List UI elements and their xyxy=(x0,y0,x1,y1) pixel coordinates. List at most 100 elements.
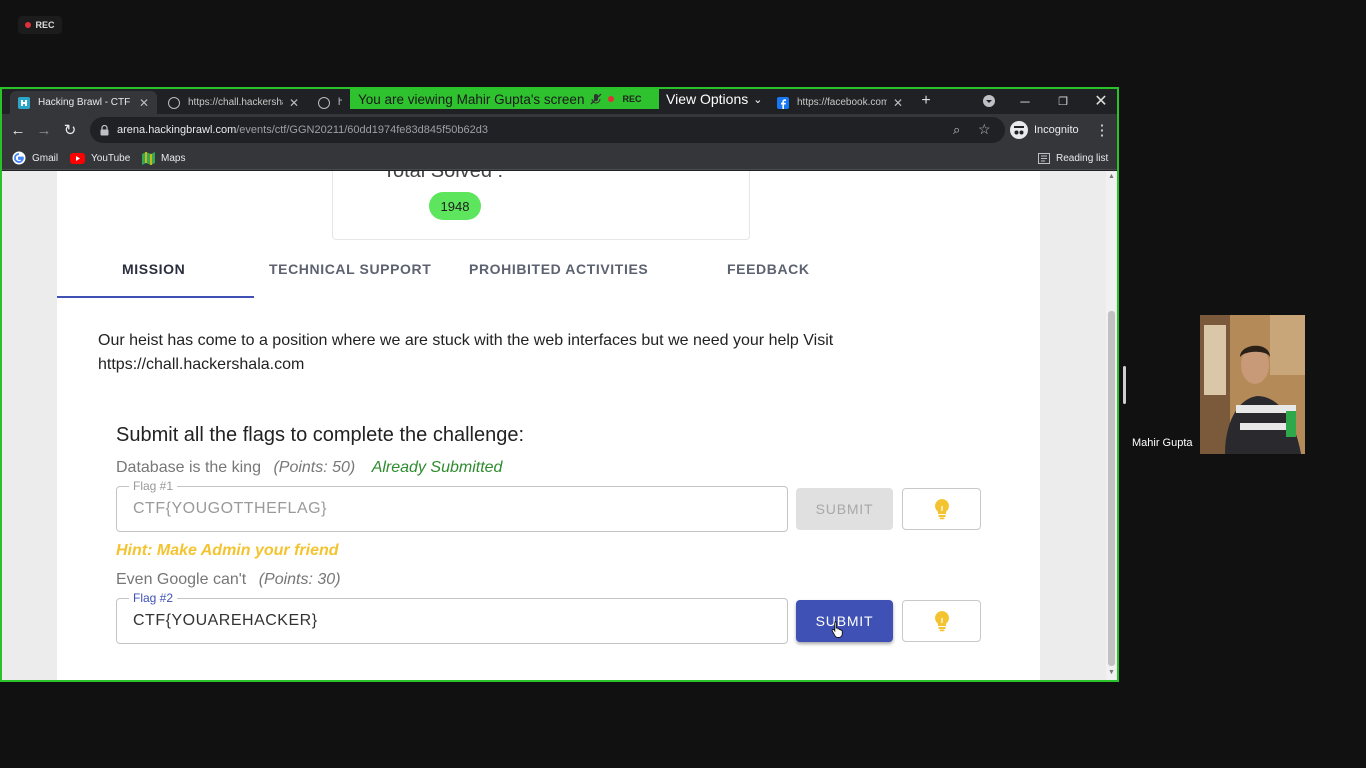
page-viewport: Total Solved : 1948 MISSION TECHNICAL SU… xyxy=(2,171,1117,680)
flag-1-field[interactable]: Flag #1 xyxy=(116,478,788,532)
tab-mission-label: MISSION xyxy=(122,261,186,277)
challenge-name: Even Google can't xyxy=(116,571,247,588)
lightbulb-icon xyxy=(934,611,949,632)
flag-1-input[interactable] xyxy=(133,497,773,521)
maps-icon xyxy=(142,151,155,165)
tab-title: htt xyxy=(338,97,342,108)
reading-list-icon xyxy=(1038,152,1050,164)
new-tab-button[interactable]: + xyxy=(916,91,936,111)
tab-title: https://chall.hackersha xyxy=(188,97,283,108)
challenge-2-header: Even Google can't (Points: 30) xyxy=(116,571,341,589)
chevron-down-icon: ⌄ xyxy=(753,93,763,106)
solved-count-badge: 1948 xyxy=(429,192,481,220)
browser-menu-button[interactable]: ⋮ xyxy=(1092,120,1112,140)
record-dot-icon xyxy=(25,22,32,28)
tab-search-icon xyxy=(983,95,995,107)
forward-button[interactable]: → xyxy=(34,120,54,140)
bookmark-label: Maps xyxy=(161,152,186,164)
minimize-button[interactable]: ─ xyxy=(1010,91,1040,111)
reading-list-button[interactable]: Reading list xyxy=(1038,150,1108,166)
flags-heading: Submit all the flags to complete the cha… xyxy=(116,424,525,446)
youtube-icon xyxy=(70,152,85,164)
lock-icon xyxy=(100,124,109,135)
tab-hacking-brawl[interactable]: Hacking Brawl - CTF C ✕ xyxy=(10,91,157,114)
url-host: arena.hackingbrawl.com xyxy=(117,124,237,136)
tab-prohibited-activities-label: PROHIBITED ACTIVITIES xyxy=(469,261,649,277)
browser-toolbar: ← → ↻ arena.hackingbrawl.com/events/ctf/… xyxy=(2,114,1117,146)
zoom-icon[interactable]: ⌕ xyxy=(953,122,960,138)
google-icon xyxy=(12,151,26,165)
bookmark-maps[interactable]: Maps xyxy=(142,150,185,166)
incognito-indicator[interactable]: Incognito xyxy=(1010,120,1079,140)
shared-screen: Hacking Brawl - CTF C ✕ https://chall.ha… xyxy=(0,87,1119,682)
total-solved-label: Total Solved : xyxy=(383,171,504,182)
submitted-status: Already Submitted xyxy=(371,459,503,476)
hint-text: Hint: Make Admin your friend xyxy=(116,542,339,559)
view-options-button[interactable]: View Options ⌄ xyxy=(659,89,769,109)
challenge-points: (Points: 30) xyxy=(258,571,341,588)
panel-resize-handle[interactable] xyxy=(1123,366,1126,404)
mission-link[interactable]: https://chall.hackershala.com xyxy=(98,353,958,377)
challenge-name: Database is the king xyxy=(116,459,261,476)
tab-third[interactable]: htt xyxy=(310,91,350,114)
bookmark-gmail[interactable]: Gmail xyxy=(12,150,58,166)
new-tab-label: + xyxy=(921,92,931,109)
tab-feedback-label: FEEDBACK xyxy=(727,261,810,277)
hand-cursor-icon xyxy=(831,621,843,638)
flag-2-label: Flag #2 xyxy=(129,590,178,606)
page-scrollbar[interactable]: ▲ ▼ xyxy=(1106,171,1117,680)
screen-share-banner: You are viewing Mahir Gupta's screen REC xyxy=(350,89,659,109)
mission-description: Our heist has come to a position where w… xyxy=(98,329,958,377)
banner-rec-label: REC xyxy=(622,94,642,104)
close-tab-icon[interactable]: ✕ xyxy=(139,96,149,110)
view-options-label: View Options xyxy=(666,91,749,107)
flag-2-input[interactable] xyxy=(133,609,773,633)
arrow-right-icon: → xyxy=(36,121,52,139)
star-icon[interactable]: ☆ xyxy=(978,121,991,138)
hint-2-button[interactable] xyxy=(902,600,981,642)
flag-2-field[interactable]: Flag #2 xyxy=(116,590,788,644)
url-path: /events/ctf/GGN20211/60dd1974fe83d845f50… xyxy=(236,124,489,136)
address-bar[interactable]: arena.hackingbrawl.com/events/ctf/GGN202… xyxy=(90,117,1005,143)
bookmark-label: YouTube xyxy=(91,152,131,164)
scroll-up-icon[interactable]: ▲ xyxy=(1108,173,1115,180)
globe-icon xyxy=(168,96,180,109)
bookmark-youtube[interactable]: YouTube xyxy=(70,150,130,166)
tab-mission[interactable]: MISSION xyxy=(122,261,185,279)
scroll-down-icon[interactable]: ▼ xyxy=(1108,669,1115,676)
restore-button[interactable]: ❐ xyxy=(1048,91,1078,111)
mission-line: Our heist has come to a position where w… xyxy=(98,332,834,349)
submit-flag-1-button[interactable]: SUBMIT xyxy=(796,488,893,530)
tab-prohibited-activities[interactable]: PROHIBITED ACTIVITIES xyxy=(469,261,648,279)
scrollbar-thumb[interactable] xyxy=(1108,311,1115,666)
facebook-icon xyxy=(777,96,789,109)
tab-search-button[interactable] xyxy=(974,91,1004,111)
tab-technical-support[interactable]: TECHNICAL SUPPORT xyxy=(269,261,431,279)
arrow-left-icon: ← xyxy=(10,121,26,139)
challenge-points: (Points: 50) xyxy=(273,459,356,476)
record-dot-icon xyxy=(608,96,615,102)
close-window-button[interactable]: ✕ xyxy=(1086,91,1116,111)
hackingbrawl-favicon-icon xyxy=(18,96,30,109)
restore-icon: ❐ xyxy=(1058,95,1068,108)
kebab-menu-icon: ⋮ xyxy=(1094,122,1110,139)
participant-video[interactable] xyxy=(1200,315,1305,454)
back-button[interactable]: ← xyxy=(8,120,28,140)
reload-icon: ↻ xyxy=(63,122,77,139)
tab-facebook[interactable]: https://facebook.com ✕ xyxy=(769,91,911,114)
solved-stats-card: Total Solved : 1948 xyxy=(332,171,750,240)
bookmark-label: Gmail xyxy=(32,152,59,164)
tab-chall-hackershala[interactable]: https://chall.hackersha ✕ xyxy=(160,91,307,114)
tab-feedback[interactable]: FEEDBACK xyxy=(727,261,810,279)
lightbulb-icon xyxy=(934,499,949,520)
mic-muted-icon xyxy=(590,93,602,105)
bookmarks-bar: Gmail YouTube Maps Reading list xyxy=(2,146,1117,170)
viewing-text: You are viewing Mahir Gupta's screen xyxy=(358,91,585,107)
recording-label: REC xyxy=(35,20,55,30)
close-tab-icon[interactable]: ✕ xyxy=(289,96,299,110)
close-tab-icon[interactable]: ✕ xyxy=(893,96,903,110)
hint-1-button[interactable] xyxy=(902,488,981,530)
flag-1-label: Flag #1 xyxy=(129,478,178,494)
browser-tab-strip: Hacking Brawl - CTF C ✕ https://chall.ha… xyxy=(2,89,1117,114)
reload-button[interactable]: ↻ xyxy=(60,120,80,140)
